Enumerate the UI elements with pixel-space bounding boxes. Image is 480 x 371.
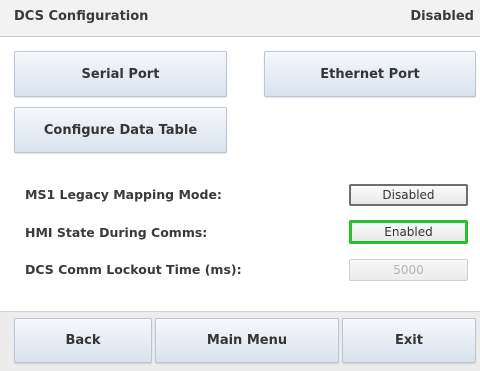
dcs-configuration-screen: DCS Configuration Disabled Serial Port E… [0, 0, 480, 371]
ms1-legacy-mapping-mode-toggle[interactable]: Disabled [349, 184, 468, 206]
ms1-legacy-mapping-mode-label: MS1 Legacy Mapping Mode: [25, 187, 222, 202]
main-menu-button[interactable]: Main Menu [155, 318, 339, 363]
status-indicator: Disabled [410, 9, 474, 24]
title-bar: DCS Configuration Disabled [0, 0, 480, 37]
serial-port-button[interactable]: Serial Port [14, 51, 227, 97]
exit-button[interactable]: Exit [342, 318, 476, 363]
page-title: DCS Configuration [14, 9, 149, 24]
back-button[interactable]: Back [14, 318, 152, 363]
configure-data-table-button[interactable]: Configure Data Table [14, 107, 227, 153]
dcs-comm-lockout-time-field[interactable]: 5000 [349, 259, 468, 281]
ethernet-port-button[interactable]: Ethernet Port [264, 51, 476, 97]
dcs-comm-lockout-time-label: DCS Comm Lockout Time (ms): [25, 262, 242, 277]
hmi-state-during-comms-toggle[interactable]: Enabled [349, 220, 468, 244]
hmi-state-during-comms-label: HMI State During Comms: [25, 225, 208, 240]
